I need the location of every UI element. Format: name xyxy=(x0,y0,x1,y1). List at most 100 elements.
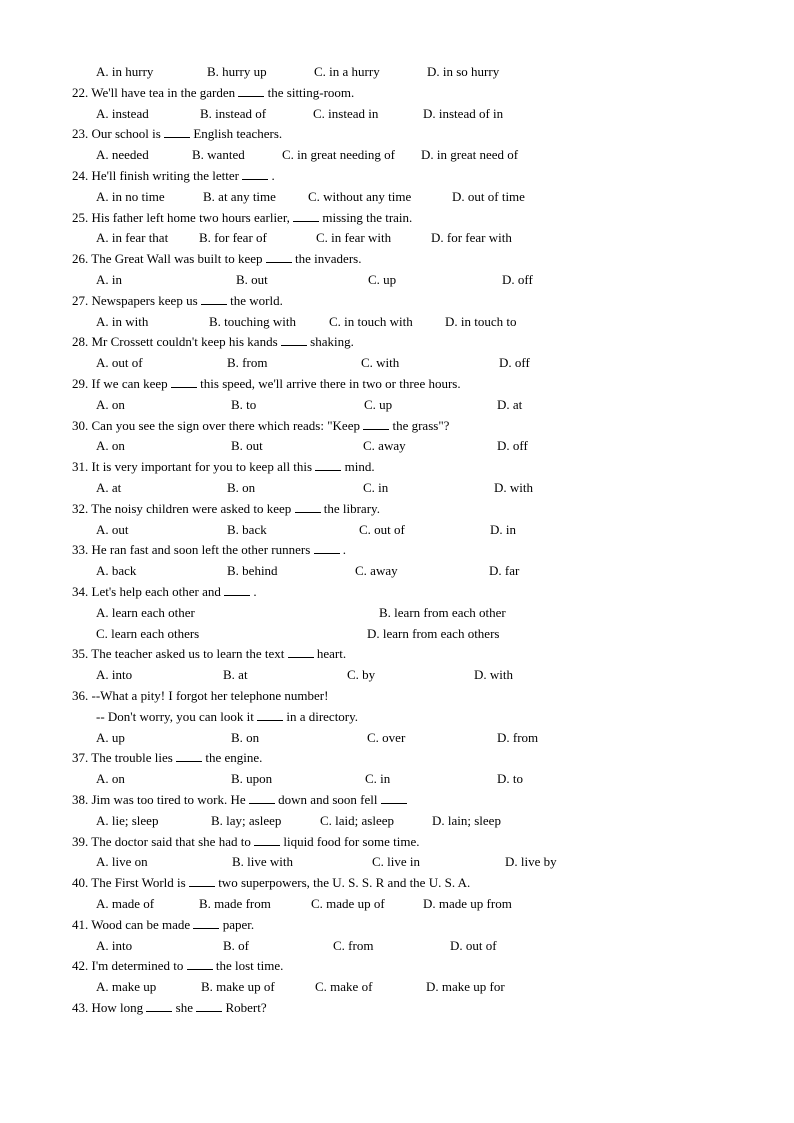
option-a[interactable]: A. in no time xyxy=(96,187,165,207)
option-b[interactable]: B. for fear of xyxy=(199,228,267,248)
answer-blank[interactable] xyxy=(238,85,265,97)
answer-blank[interactable] xyxy=(164,126,191,139)
answer-blank[interactable] xyxy=(293,210,320,222)
answer-blank[interactable] xyxy=(265,251,292,264)
option-a[interactable]: A. up xyxy=(96,728,125,748)
option-c[interactable]: C. with xyxy=(361,353,399,373)
option-a[interactable]: A. back xyxy=(96,561,136,581)
option-d[interactable]: D. live by xyxy=(505,852,557,872)
answer-blank[interactable] xyxy=(193,917,220,929)
option-d[interactable]: D. lain; sleep xyxy=(432,811,501,831)
option-b[interactable]: B. at xyxy=(223,665,248,685)
option-c[interactable]: C. in touch with xyxy=(329,312,413,332)
option-b[interactable]: B. touching with xyxy=(209,312,296,332)
answer-blank[interactable] xyxy=(313,542,340,555)
option-b[interactable]: B. out xyxy=(236,270,268,290)
option-c[interactable]: C. up xyxy=(368,270,396,290)
option-b[interactable]: B. learn from each other xyxy=(379,603,506,623)
option-c[interactable]: C. away xyxy=(355,561,398,581)
option-b[interactable]: B. made from xyxy=(199,894,271,914)
option-a[interactable]: A. in with xyxy=(96,312,148,332)
answer-blank[interactable] xyxy=(248,792,275,804)
answer-blank[interactable] xyxy=(200,293,227,305)
option-b[interactable]: B. lay; asleep xyxy=(211,811,281,831)
option-b[interactable]: B. on xyxy=(227,478,255,498)
option-b[interactable]: B. live with xyxy=(232,852,293,872)
answer-blank[interactable] xyxy=(196,1000,223,1012)
answer-blank[interactable] xyxy=(242,168,269,180)
option-b[interactable]: B. of xyxy=(223,936,249,956)
option-a[interactable]: A. lie; sleep xyxy=(96,811,158,831)
option-b[interactable]: B. behind xyxy=(227,561,278,581)
option-b[interactable]: B. instead of xyxy=(200,104,266,124)
option-d[interactable]: D. in xyxy=(490,520,516,540)
option-a[interactable]: A. into xyxy=(96,665,132,685)
option-a[interactable]: A. in hurry xyxy=(96,62,153,82)
option-b[interactable]: B. at any time xyxy=(203,187,276,207)
option-c[interactable]: C. instead in xyxy=(313,104,378,124)
option-d[interactable]: D. off xyxy=(497,436,528,456)
answer-blank[interactable] xyxy=(294,501,321,513)
option-a[interactable]: A. at xyxy=(96,478,121,498)
option-c[interactable]: C. learn each others xyxy=(96,624,199,644)
option-c[interactable]: C. away xyxy=(363,436,406,456)
option-c[interactable]: C. laid; asleep xyxy=(320,811,394,831)
option-a[interactable]: A. live on xyxy=(96,852,148,872)
answer-blank[interactable] xyxy=(146,1000,173,1012)
option-a[interactable]: A. made of xyxy=(96,894,154,914)
option-a[interactable]: A. instead xyxy=(96,104,149,124)
option-d[interactable]: D. from xyxy=(497,728,538,748)
option-d[interactable]: D. out of xyxy=(450,936,497,956)
option-d[interactable]: D. at xyxy=(497,395,522,415)
option-a[interactable]: A. into xyxy=(96,936,132,956)
option-d[interactable]: D. out of time xyxy=(452,187,525,207)
option-a[interactable]: A. on xyxy=(96,769,125,789)
option-b[interactable]: B. upon xyxy=(231,769,272,789)
option-c[interactable]: C. up xyxy=(364,395,392,415)
option-d[interactable]: D. with xyxy=(494,478,533,498)
option-c[interactable]: C. in fear with xyxy=(316,228,391,248)
answer-blank[interactable] xyxy=(280,334,307,347)
option-d[interactable]: D. to xyxy=(497,769,523,789)
answer-blank[interactable] xyxy=(254,834,281,846)
option-b[interactable]: B. back xyxy=(227,520,267,540)
option-d[interactable]: D. in great need of xyxy=(421,145,518,165)
option-c[interactable]: C. in great needing of xyxy=(282,145,395,165)
option-c[interactable]: C. made up of xyxy=(311,894,385,914)
option-b[interactable]: B. hurry up xyxy=(207,62,267,82)
answer-blank[interactable] xyxy=(188,875,215,888)
option-c[interactable]: C. without any time xyxy=(308,187,411,207)
option-d[interactable]: D. with xyxy=(474,665,513,685)
option-c[interactable]: C. from xyxy=(333,936,373,956)
option-c[interactable]: C. over xyxy=(367,728,405,748)
option-a[interactable]: A. on xyxy=(96,436,125,456)
option-d[interactable]: D. in so hurry xyxy=(427,62,499,82)
answer-blank[interactable] xyxy=(287,646,314,659)
answer-blank[interactable] xyxy=(363,418,390,430)
option-a[interactable]: A. learn each other xyxy=(96,603,195,623)
option-c[interactable]: C. live in xyxy=(372,852,420,872)
option-c[interactable]: C. in a hurry xyxy=(314,62,380,82)
option-d[interactable]: D. far xyxy=(489,561,519,581)
option-a[interactable]: A. in xyxy=(96,270,122,290)
option-b[interactable]: B. from xyxy=(227,353,267,373)
option-c[interactable]: C. out of xyxy=(359,520,405,540)
answer-blank[interactable] xyxy=(186,958,213,971)
option-a[interactable]: A. in fear that xyxy=(96,228,168,248)
option-d[interactable]: D. off xyxy=(499,353,530,373)
option-a[interactable]: A. needed xyxy=(96,145,149,165)
option-d[interactable]: D. instead of in xyxy=(423,104,503,124)
answer-blank[interactable] xyxy=(170,376,197,388)
option-c[interactable]: C. by xyxy=(347,665,375,685)
option-b[interactable]: B. make up of xyxy=(201,977,275,997)
option-d[interactable]: D. make up for xyxy=(426,977,505,997)
answer-blank[interactable] xyxy=(176,750,203,763)
option-b[interactable]: B. to xyxy=(231,395,256,415)
option-c[interactable]: C. make of xyxy=(315,977,372,997)
option-d[interactable]: D. learn from each others xyxy=(367,624,499,644)
option-c[interactable]: C. in xyxy=(365,769,390,789)
option-b[interactable]: B. wanted xyxy=(192,145,245,165)
option-a[interactable]: A. on xyxy=(96,395,125,415)
option-d[interactable]: D. for fear with xyxy=(431,228,512,248)
option-a[interactable]: A. out xyxy=(96,520,129,540)
